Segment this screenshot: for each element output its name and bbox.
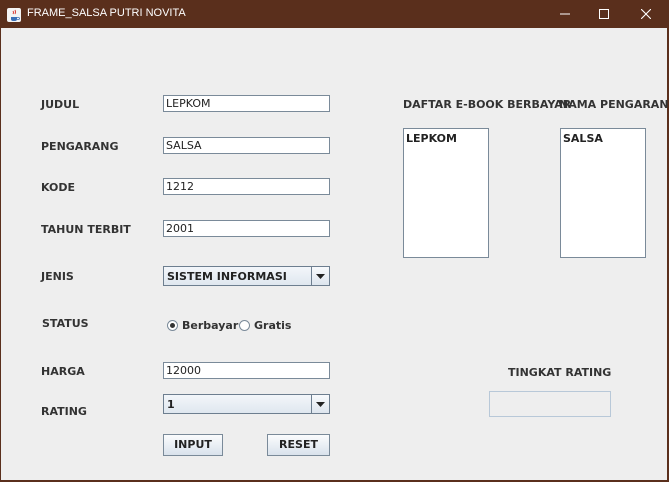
gratis-radio[interactable] (239, 320, 250, 331)
rating-selected-value: 1 (167, 398, 175, 411)
input-button[interactable]: INPUT (163, 434, 223, 456)
maximize-button[interactable] (582, 0, 626, 28)
minimize-icon (560, 13, 570, 15)
title-bar[interactable]: FRAME_SALSA PUTRI NOVITA (0, 0, 669, 28)
close-icon (641, 9, 651, 19)
tahun-terbit-label: TAHUN TERBIT (41, 223, 131, 236)
kode-label: KODE (41, 181, 76, 194)
kode-field[interactable]: 1212 (163, 178, 330, 195)
berbayar-radio[interactable] (167, 320, 178, 331)
jenis-label: JENIS (41, 270, 74, 283)
rating-combobox[interactable]: 1 (163, 394, 330, 414)
tahun-terbit-field[interactable]: 2001 (163, 220, 330, 237)
list-item[interactable]: SALSA (563, 132, 603, 145)
nama-pengarang-label: NAMA PENGARANG (559, 98, 669, 111)
chevron-down-icon[interactable] (311, 395, 329, 413)
jenis-combobox[interactable]: SISTEM INFORMASI (163, 266, 330, 286)
rating-label: RATING (41, 405, 87, 418)
berbayar-radio-label[interactable]: Berbayar (182, 319, 238, 332)
gratis-radio-label[interactable]: Gratis (254, 319, 291, 332)
pengarang-field[interactable]: SALSA (163, 137, 330, 154)
chevron-down-icon[interactable] (311, 267, 329, 285)
tingkat-rating-display (489, 391, 611, 417)
daftar-ebook-label: DAFTAR E-BOOK BERBAYAR (403, 98, 572, 111)
pengarang-list[interactable]: SALSA (560, 128, 646, 258)
judul-field[interactable]: LEPKOM (163, 95, 330, 112)
java-app-icon (7, 7, 21, 22)
harga-label: HARGA (41, 365, 85, 378)
jenis-selected-value: SISTEM INFORMASI (167, 270, 287, 283)
reset-button[interactable]: RESET (267, 434, 330, 456)
app-window: FRAME_SALSA PUTRI NOVITA JUDUL PENGARANG… (0, 0, 669, 482)
content-pane: JUDUL PENGARANG KODE TAHUN TERBIT JENIS … (1, 28, 669, 480)
pengarang-label: PENGARANG (41, 140, 119, 153)
judul-label: JUDUL (41, 98, 80, 111)
window-title: FRAME_SALSA PUTRI NOVITA (27, 7, 186, 19)
list-item[interactable]: LEPKOM (406, 132, 457, 145)
tingkat-rating-label: TINGKAT RATING (508, 366, 612, 379)
status-label: STATUS (42, 317, 89, 330)
minimize-button[interactable] (543, 0, 587, 28)
close-button[interactable] (624, 0, 668, 28)
ebook-list[interactable]: LEPKOM (403, 128, 489, 258)
maximize-icon (599, 9, 609, 19)
harga-field[interactable]: 12000 (163, 362, 330, 379)
